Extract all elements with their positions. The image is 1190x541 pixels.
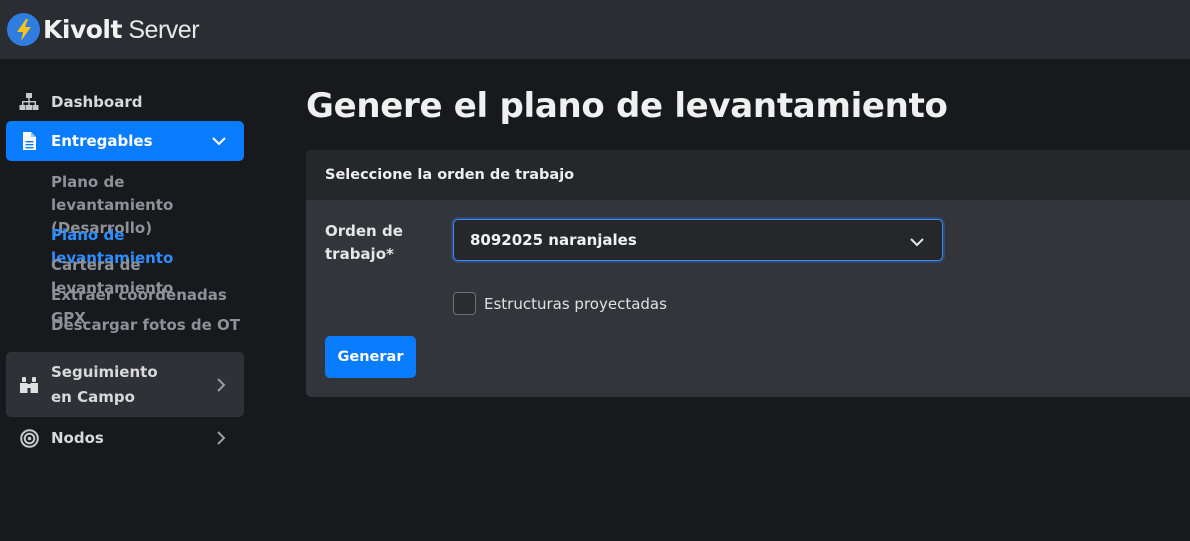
lightning-bolt-icon <box>7 13 40 46</box>
sidebar-item-seguimiento[interactable]: Seguimiento en Campo <box>6 352 244 417</box>
checkbox-label: Estructuras proyectadas <box>484 294 667 313</box>
sidebar-item-nodos[interactable]: Nodos <box>6 424 244 452</box>
estructuras-proyectadas-checkbox[interactable] <box>453 292 476 315</box>
target-icon <box>18 427 40 449</box>
estructuras-checkbox-row: Estructuras proyectadas <box>453 292 667 315</box>
chevron-down-icon <box>212 136 226 146</box>
sidebar-item-label: Entregables <box>51 131 153 150</box>
work-order-selected-value: 8092025 naranjales <box>470 231 637 249</box>
app-title: Kivolt Server <box>43 14 200 44</box>
work-order-card: Seleccione la orden de trabajo Orden de … <box>306 150 1190 397</box>
sidebar-subitem-fotos-ot[interactable]: Descargar fotos de OT <box>51 314 246 337</box>
generar-button[interactable]: Generar <box>325 336 416 378</box>
app-logo[interactable]: Kivolt Server <box>7 13 200 46</box>
sidebar-item-label: Seguimiento en Campo <box>51 362 158 406</box>
sitemap-icon <box>18 91 40 113</box>
work-order-select[interactable]: 8092025 naranjales <box>453 219 943 261</box>
sidebar-item-entregables[interactable]: Entregables <box>6 121 244 161</box>
work-order-label: Orden de trabajo* <box>325 222 403 263</box>
sidebar-item-dashboard[interactable]: Dashboard <box>6 87 244 117</box>
top-bar: Kivolt Server <box>0 0 1190 59</box>
document-icon <box>18 130 40 152</box>
chevron-right-icon <box>217 431 226 445</box>
chevron-down-icon <box>910 233 924 251</box>
page-title: Genere el plano de levantamiento <box>306 86 948 126</box>
chevron-right-icon <box>217 377 226 392</box>
binoculars-icon <box>18 374 40 396</box>
card-header: Seleccione la orden de trabajo <box>306 150 1190 200</box>
sidebar-item-label: Dashboard <box>51 92 143 111</box>
sidebar-item-label: Nodos <box>51 428 104 447</box>
sidebar: Dashboard Entregables Plano de levantami… <box>0 59 250 541</box>
